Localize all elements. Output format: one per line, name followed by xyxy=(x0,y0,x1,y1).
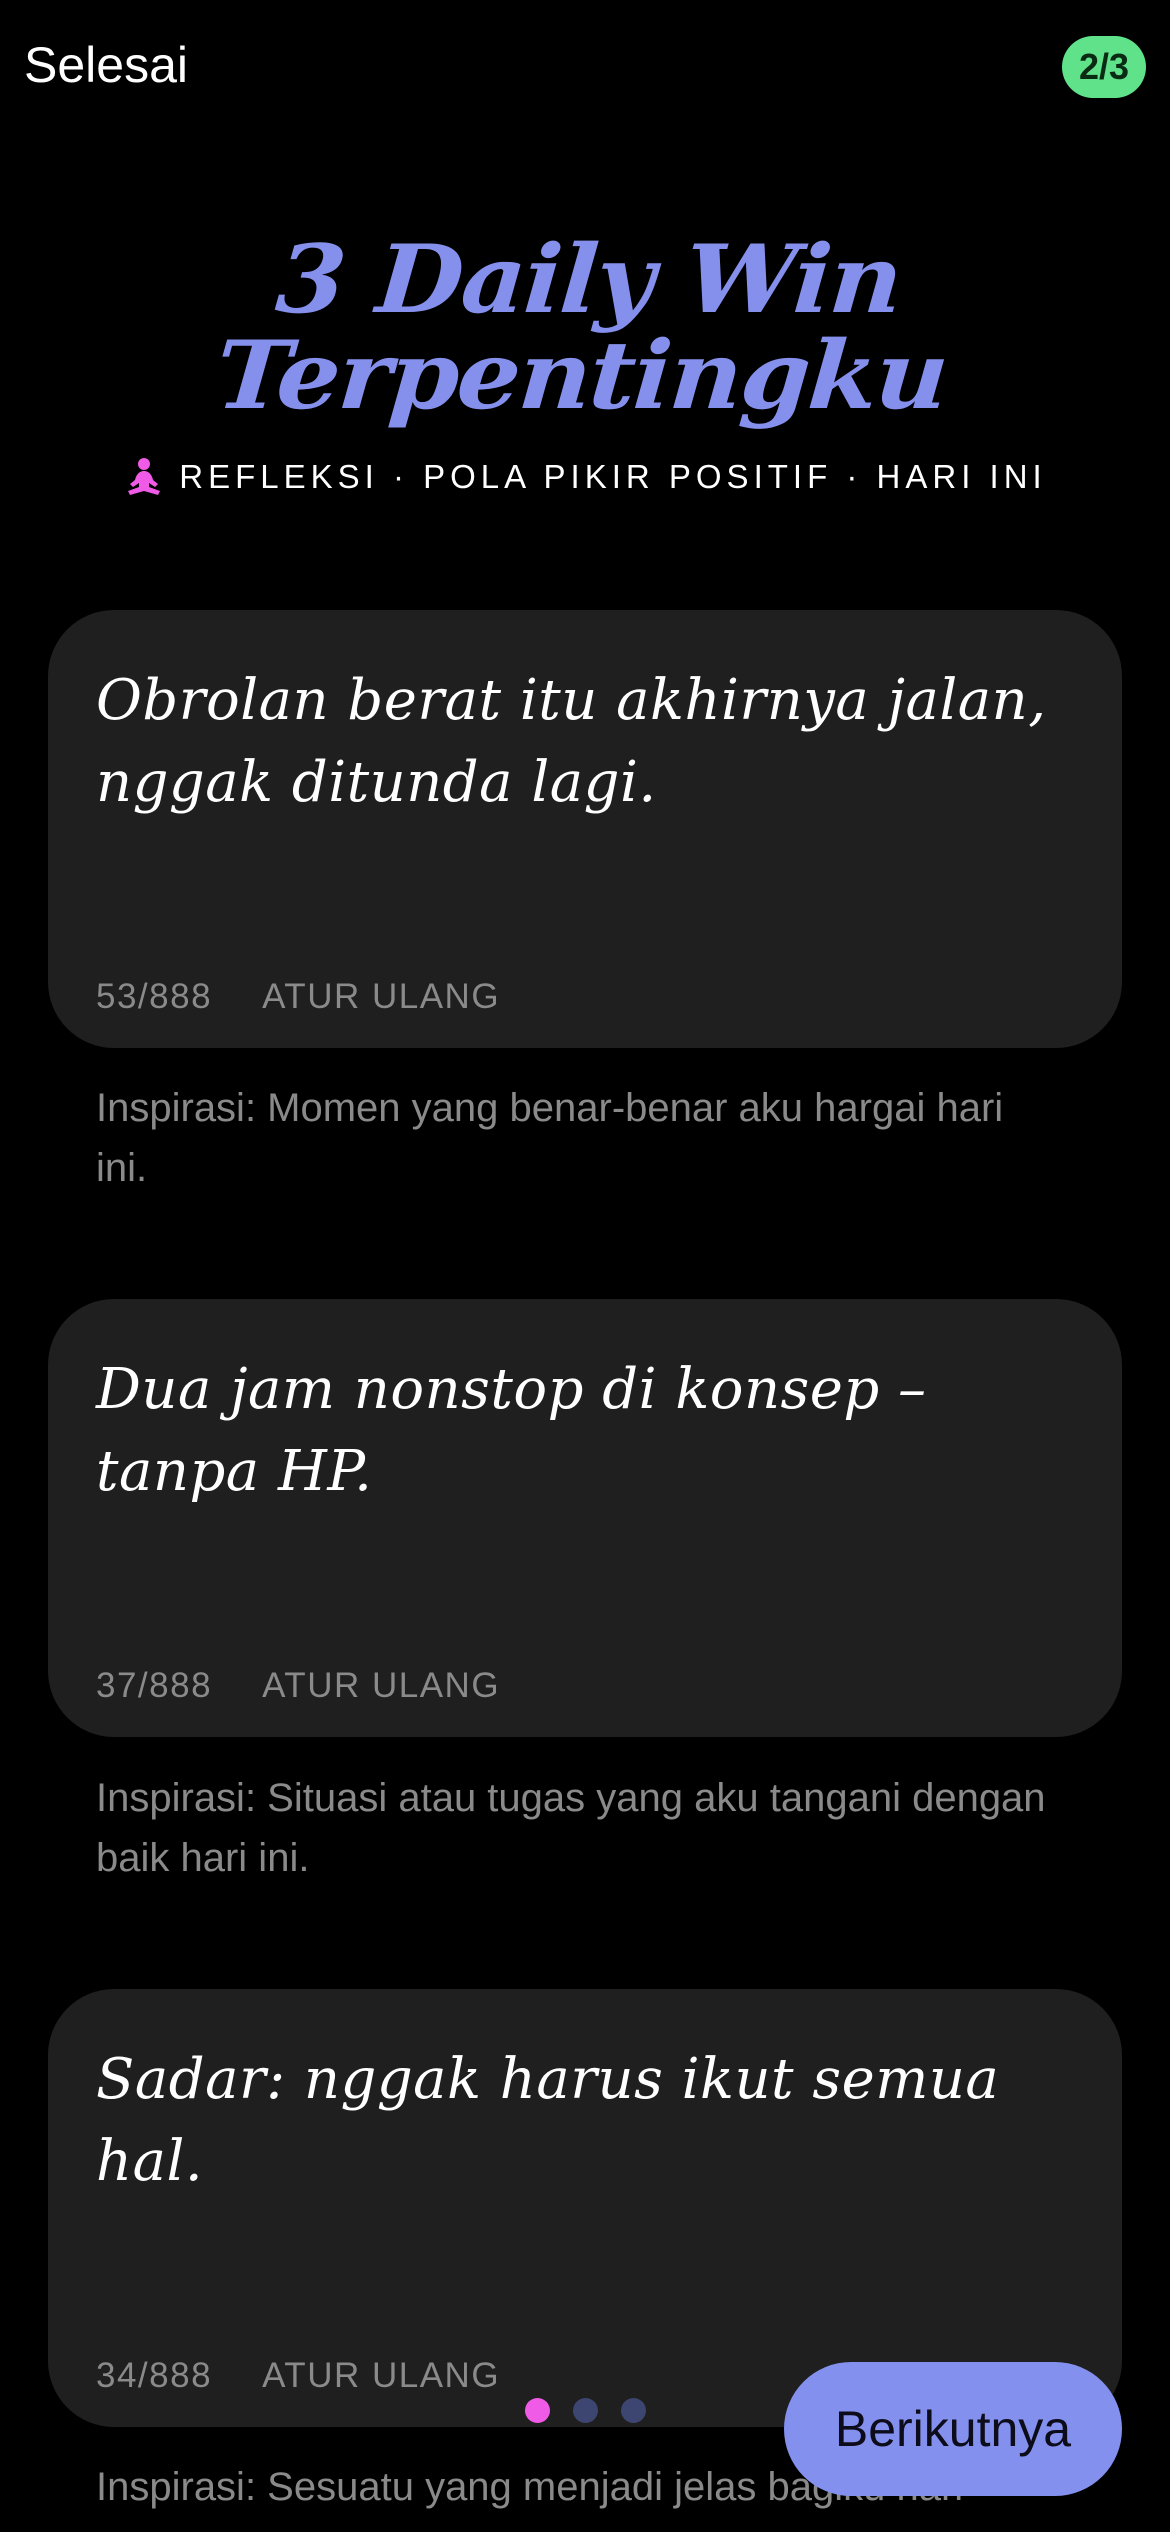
reset-button[interactable]: ATUR ULANG xyxy=(262,2351,500,2401)
meditation-icon xyxy=(123,456,165,498)
character-count: 34/888 xyxy=(96,2356,213,2395)
done-button[interactable]: Selesai xyxy=(24,30,188,100)
win-entry-meta: 37/888 ATUR ULANG xyxy=(96,1661,500,1711)
next-button[interactable]: Berikutnya xyxy=(784,2362,1122,2496)
character-count: 37/888 xyxy=(96,1666,213,1705)
win-entry-text[interactable]: Sadar: nggak harus ikut semua hal. xyxy=(96,2039,1062,2203)
win-entry-text[interactable]: Dua jam nonstop di konsep – tanpa HP. xyxy=(96,1349,1062,1513)
win-entry-meta: 53/888 ATUR ULANG xyxy=(96,972,500,1022)
win-entry-text[interactable]: Obrolan berat itu akhirnya jalan, nggak … xyxy=(96,660,1062,824)
page-title-line-2: Terpentingku xyxy=(212,319,951,431)
category-subtitle-text: REFLEKSI · POLA PIKIR POSITIF · HARI INI xyxy=(179,458,1047,495)
daily-wins-screen: Selesai 2/3 3 Daily Win Terpentingku REF… xyxy=(0,0,1170,2532)
page-dot-2[interactable] xyxy=(572,2398,598,2423)
inspiration-hint-2: Inspirasi: Situasi atau tugas yang aku t… xyxy=(96,1776,1046,1880)
reset-button[interactable]: ATUR ULANG xyxy=(262,972,500,1022)
step-indicator-badge: 2/3 xyxy=(1062,36,1146,98)
win-entry-meta: 34/888 ATUR ULANG xyxy=(96,2351,500,2401)
page-dot-1[interactable] xyxy=(524,2398,550,2423)
reset-button[interactable]: ATUR ULANG xyxy=(262,1661,500,1711)
page-dot-3[interactable] xyxy=(620,2398,646,2423)
win-entry-card-2[interactable]: Dua jam nonstop di konsep – tanpa HP. 37… xyxy=(48,1299,1122,1737)
character-count: 53/888 xyxy=(96,977,213,1016)
category-subtitle: REFLEKSI · POLA PIKIR POSITIF · HARI INI xyxy=(0,454,1170,500)
page-title: 3 Daily Win Terpentingku xyxy=(0,223,1170,431)
inspiration-hint-1: Inspirasi: Momen yang benar-benar aku ha… xyxy=(96,1086,1004,1190)
win-entry-card-1[interactable]: Obrolan berat itu akhirnya jalan, nggak … xyxy=(48,610,1122,1048)
page-title-line-1: 3 Daily Win xyxy=(272,223,905,335)
